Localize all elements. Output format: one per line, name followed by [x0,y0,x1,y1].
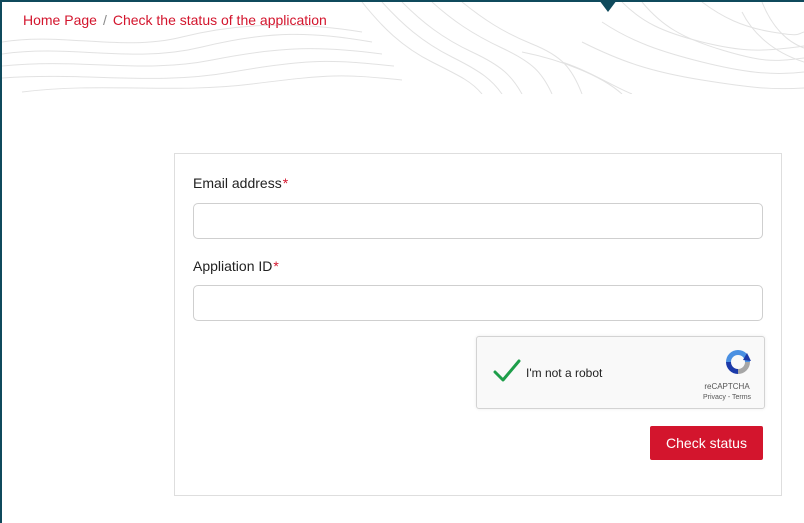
breadcrumb-separator: / [102,12,107,28]
recaptcha-terms-link[interactable]: Privacy - Terms [697,394,757,401]
breadcrumb-home-link[interactable]: Home Page [23,12,97,28]
recaptcha-brand: reCAPTCHA [704,382,750,391]
email-label-text: Email address [193,175,282,191]
recaptcha-checkbox-label: I'm not a robot [526,366,603,380]
checkmark-icon[interactable] [492,357,522,385]
email-label: Email address* [193,175,288,191]
application-id-required-marker: * [273,258,279,274]
email-input[interactable] [193,203,763,239]
pointer-indicator [599,0,617,12]
application-id-input[interactable] [193,285,763,321]
application-id-label: Appliation ID* [193,258,279,274]
recaptcha-logo-icon [726,350,751,374]
recaptcha-widget: I'm not a robot reCAPTCHA Privacy - Term… [476,336,765,409]
breadcrumb-current: Check the status of the application [112,12,327,28]
check-status-button[interactable]: Check status [650,426,763,460]
breadcrumb: Home Page / Check the status of the appl… [23,12,327,28]
application-id-label-text: Appliation ID [193,258,273,274]
email-required-marker: * [282,175,289,191]
